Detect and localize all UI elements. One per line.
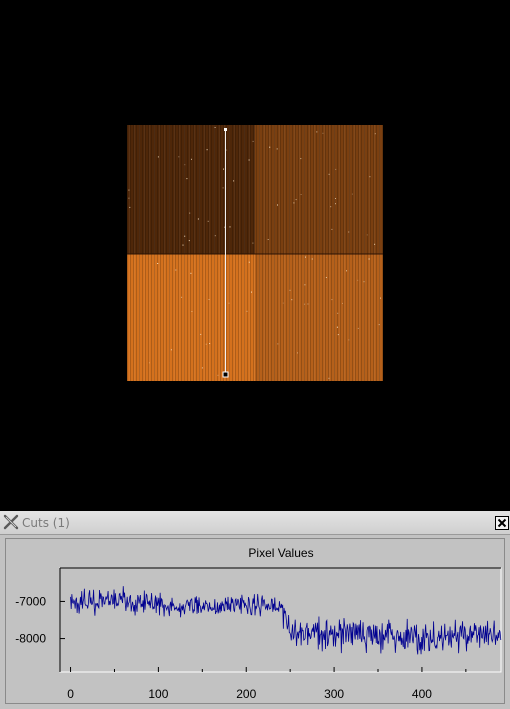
series-line [70,586,502,655]
window-title: Cuts (1) [22,516,70,530]
x-tick-label: 300 [324,687,344,701]
plot-frame: Pixel Values 0 100 200 300 400 -7000 -8000 [5,538,505,704]
y-tick-label: -7000 [15,594,46,608]
pixel-values-chart[interactable]: Pixel Values 0 100 200 300 400 -7000 -8000 [6,539,504,703]
close-button[interactable] [495,516,509,530]
x-tick-label: 100 [148,687,168,701]
cut-handle-top[interactable] [224,128,227,131]
window-titlebar[interactable]: Cuts (1) [0,511,510,535]
cut-handle-bottom[interactable] [222,371,229,378]
chart-title: Pixel Values [248,546,313,560]
x-tick-label: 0 [67,687,74,701]
x-tick-label: 200 [236,687,256,701]
image-viewer[interactable] [0,0,510,511]
y-tick-label: -8000 [15,632,46,646]
x-tick-label: 400 [412,687,432,701]
close-icon [497,518,507,528]
fits-image[interactable] [127,125,383,381]
plot-area [59,567,502,673]
cuts-window: Cuts (1) Pixel Values 0 100 200 300 400 -7000… [0,511,510,709]
x-logo-icon [3,514,19,530]
